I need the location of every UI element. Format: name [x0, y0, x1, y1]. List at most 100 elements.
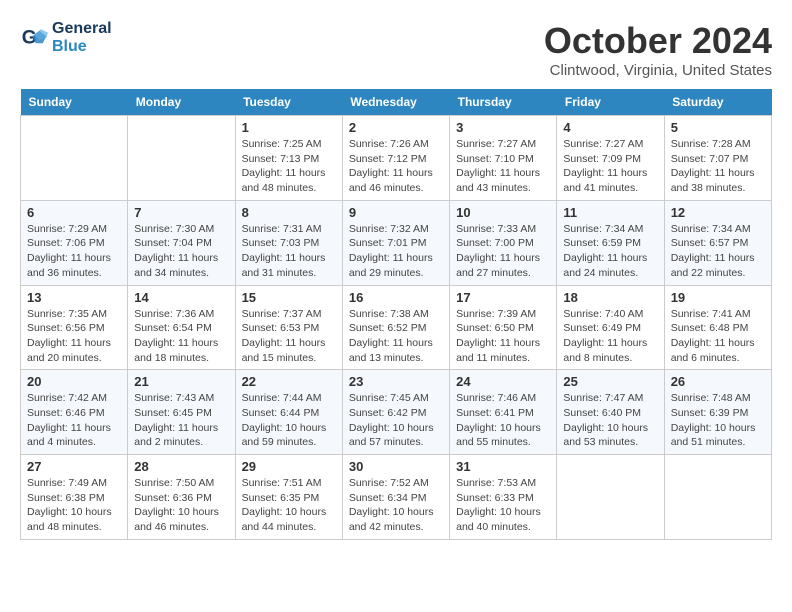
calendar-cell: 8 Sunrise: 7:31 AM Sunset: 7:03 PM Daylig… — [235, 200, 342, 285]
calendar-cell: 20Sunrise: 7:42 AM Sunset: 6:46 PM Dayli… — [21, 370, 128, 455]
cell-info: Sunrise: 7:34 AM Sunset: 6:57 PM Dayligh… — [671, 222, 765, 281]
calendar-cell: 2 Sunrise: 7:26 AM Sunset: 7:12 PM Daylig… — [342, 116, 449, 201]
cell-info: Sunrise: 7:45 AM Sunset: 6:42 PM Dayligh… — [349, 391, 443, 450]
cell-info: Sunrise: 7:41 AM Sunset: 6:48 PM Dayligh… — [671, 307, 765, 366]
calendar-cell: 11 Sunrise: 7:34 AM Sunset: 6:59 PM Dayli… — [557, 200, 664, 285]
calendar-cell: 25Sunrise: 7:47 AM Sunset: 6:40 PM Dayli… — [557, 370, 664, 455]
calendar-cell: 13 Sunrise: 7:35 AM Sunset: 6:56 PM Dayli… — [21, 285, 128, 370]
cell-info: Sunrise: 7:30 AM Sunset: 7:04 PM Dayligh… — [134, 222, 228, 281]
cell-date: 30 — [349, 459, 443, 474]
cell-info: Sunrise: 7:35 AM Sunset: 6:56 PM Dayligh… — [27, 307, 121, 366]
cell-date: 12 — [671, 205, 765, 220]
cell-date: 13 — [27, 290, 121, 305]
calendar-cell: 5 Sunrise: 7:28 AM Sunset: 7:07 PM Daylig… — [664, 116, 771, 201]
cell-date: 21 — [134, 374, 228, 389]
calendar-cell: 18Sunrise: 7:40 AM Sunset: 6:49 PM Dayli… — [557, 285, 664, 370]
cell-date: 24 — [456, 374, 550, 389]
calendar-cell: 7 Sunrise: 7:30 AM Sunset: 7:04 PM Daylig… — [128, 200, 235, 285]
calendar-cell: 22 Sunrise: 7:44 AM Sunset: 6:44 PM Dayli… — [235, 370, 342, 455]
cell-info: Sunrise: 7:37 AM Sunset: 6:53 PM Dayligh… — [242, 307, 336, 366]
cell-info: Sunrise: 7:33 AM Sunset: 7:00 PM Dayligh… — [456, 222, 550, 281]
cell-info: Sunrise: 7:44 AM Sunset: 6:44 PM Dayligh… — [242, 391, 336, 450]
cell-date: 19 — [671, 290, 765, 305]
calendar-cell: 26 Sunrise: 7:48 AM Sunset: 6:39 PM Dayli… — [664, 370, 771, 455]
cell-date: 22 — [242, 374, 336, 389]
page-subtitle: Clintwood, Virginia, United States — [544, 62, 772, 79]
day-header-friday: Friday — [557, 89, 664, 116]
cell-info: Sunrise: 7:27 AM Sunset: 7:09 PM Dayligh… — [563, 137, 657, 196]
cell-date: 27 — [27, 459, 121, 474]
logo-icon: G — [20, 24, 48, 52]
day-header-saturday: Saturday — [664, 89, 771, 116]
calendar-cell: 29 Sunrise: 7:51 AM Sunset: 6:35 PM Dayli… — [235, 455, 342, 540]
cell-date: 6 — [27, 205, 121, 220]
calendar-cell: 14Sunrise: 7:36 AM Sunset: 6:54 PM Dayli… — [128, 285, 235, 370]
cell-date: 9 — [349, 205, 443, 220]
calendar-cell: 15 Sunrise: 7:37 AM Sunset: 6:53 PM Dayli… — [235, 285, 342, 370]
day-header-wednesday: Wednesday — [342, 89, 449, 116]
cell-info: Sunrise: 7:26 AM Sunset: 7:12 PM Dayligh… — [349, 137, 443, 196]
cell-info: Sunrise: 7:31 AM Sunset: 7:03 PM Dayligh… — [242, 222, 336, 281]
calendar-cell — [21, 116, 128, 201]
calendar-cell: 1Sunrise: 7:25 AM Sunset: 7:13 PM Daylig… — [235, 116, 342, 201]
cell-date: 2 — [349, 120, 443, 135]
calendar-cell: 3 Sunrise: 7:27 AM Sunset: 7:10 PM Daylig… — [450, 116, 557, 201]
cell-date: 1 — [242, 120, 336, 135]
cell-info: Sunrise: 7:29 AM Sunset: 7:06 PM Dayligh… — [27, 222, 121, 281]
calendar-week-4: 20Sunrise: 7:42 AM Sunset: 6:46 PM Dayli… — [21, 370, 772, 455]
cell-info: Sunrise: 7:49 AM Sunset: 6:38 PM Dayligh… — [27, 476, 121, 535]
day-header-thursday: Thursday — [450, 89, 557, 116]
calendar-cell: 19 Sunrise: 7:41 AM Sunset: 6:48 PM Dayli… — [664, 285, 771, 370]
calendar-cell: 30 Sunrise: 7:52 AM Sunset: 6:34 PM Dayli… — [342, 455, 449, 540]
cell-info: Sunrise: 7:48 AM Sunset: 6:39 PM Dayligh… — [671, 391, 765, 450]
cell-date: 31 — [456, 459, 550, 474]
cell-info: Sunrise: 7:51 AM Sunset: 6:35 PM Dayligh… — [242, 476, 336, 535]
cell-info: Sunrise: 7:43 AM Sunset: 6:45 PM Dayligh… — [134, 391, 228, 450]
cell-info: Sunrise: 7:34 AM Sunset: 6:59 PM Dayligh… — [563, 222, 657, 281]
calendar-cell: 10Sunrise: 7:33 AM Sunset: 7:00 PM Dayli… — [450, 200, 557, 285]
cell-info: Sunrise: 7:32 AM Sunset: 7:01 PM Dayligh… — [349, 222, 443, 281]
day-header-tuesday: Tuesday — [235, 89, 342, 116]
page-header: G General Blue October 2024 Clintwood, V… — [20, 20, 772, 79]
cell-date: 8 — [242, 205, 336, 220]
cell-date: 15 — [242, 290, 336, 305]
cell-info: Sunrise: 7:52 AM Sunset: 6:34 PM Dayligh… — [349, 476, 443, 535]
calendar-cell: 21 Sunrise: 7:43 AM Sunset: 6:45 PM Dayli… — [128, 370, 235, 455]
cell-info: Sunrise: 7:50 AM Sunset: 6:36 PM Dayligh… — [134, 476, 228, 535]
title-section: October 2024 Clintwood, Virginia, United… — [544, 20, 772, 79]
cell-info: Sunrise: 7:46 AM Sunset: 6:41 PM Dayligh… — [456, 391, 550, 450]
cell-date: 16 — [349, 290, 443, 305]
calendar-cell: 28 Sunrise: 7:50 AM Sunset: 6:36 PM Dayli… — [128, 455, 235, 540]
calendar-week-2: 6 Sunrise: 7:29 AM Sunset: 7:06 PM Daylig… — [21, 200, 772, 285]
cell-date: 11 — [563, 205, 657, 220]
calendar-cell — [664, 455, 771, 540]
calendar-cell: 12 Sunrise: 7:34 AM Sunset: 6:57 PM Dayli… — [664, 200, 771, 285]
cell-date: 3 — [456, 120, 550, 135]
cell-date: 20 — [27, 374, 121, 389]
calendar-cell: 31Sunrise: 7:53 AM Sunset: 6:33 PM Dayli… — [450, 455, 557, 540]
cell-date: 18 — [563, 290, 657, 305]
cell-date: 29 — [242, 459, 336, 474]
calendar-cell: 4Sunrise: 7:27 AM Sunset: 7:09 PM Daylig… — [557, 116, 664, 201]
calendar-table: SundayMondayTuesdayWednesdayThursdayFrid… — [20, 89, 772, 540]
cell-date: 25 — [563, 374, 657, 389]
logo: G General Blue — [20, 20, 112, 56]
cell-info: Sunrise: 7:38 AM Sunset: 6:52 PM Dayligh… — [349, 307, 443, 366]
calendar-cell: 6 Sunrise: 7:29 AM Sunset: 7:06 PM Daylig… — [21, 200, 128, 285]
cell-date: 7 — [134, 205, 228, 220]
calendar-cell: 24 Sunrise: 7:46 AM Sunset: 6:41 PM Dayli… — [450, 370, 557, 455]
cell-info: Sunrise: 7:39 AM Sunset: 6:50 PM Dayligh… — [456, 307, 550, 366]
cell-date: 26 — [671, 374, 765, 389]
cell-info: Sunrise: 7:28 AM Sunset: 7:07 PM Dayligh… — [671, 137, 765, 196]
calendar-week-1: 1Sunrise: 7:25 AM Sunset: 7:13 PM Daylig… — [21, 116, 772, 201]
cell-info: Sunrise: 7:36 AM Sunset: 6:54 PM Dayligh… — [134, 307, 228, 366]
calendar-cell: 23Sunrise: 7:45 AM Sunset: 6:42 PM Dayli… — [342, 370, 449, 455]
cell-date: 28 — [134, 459, 228, 474]
calendar-cell: 16 Sunrise: 7:38 AM Sunset: 6:52 PM Dayli… — [342, 285, 449, 370]
calendar-cell: 9 Sunrise: 7:32 AM Sunset: 7:01 PM Daylig… — [342, 200, 449, 285]
calendar-week-5: 27 Sunrise: 7:49 AM Sunset: 6:38 PM Dayli… — [21, 455, 772, 540]
calendar-cell — [557, 455, 664, 540]
cell-date: 5 — [671, 120, 765, 135]
cell-info: Sunrise: 7:27 AM Sunset: 7:10 PM Dayligh… — [456, 137, 550, 196]
calendar-cell: 27 Sunrise: 7:49 AM Sunset: 6:38 PM Dayli… — [21, 455, 128, 540]
